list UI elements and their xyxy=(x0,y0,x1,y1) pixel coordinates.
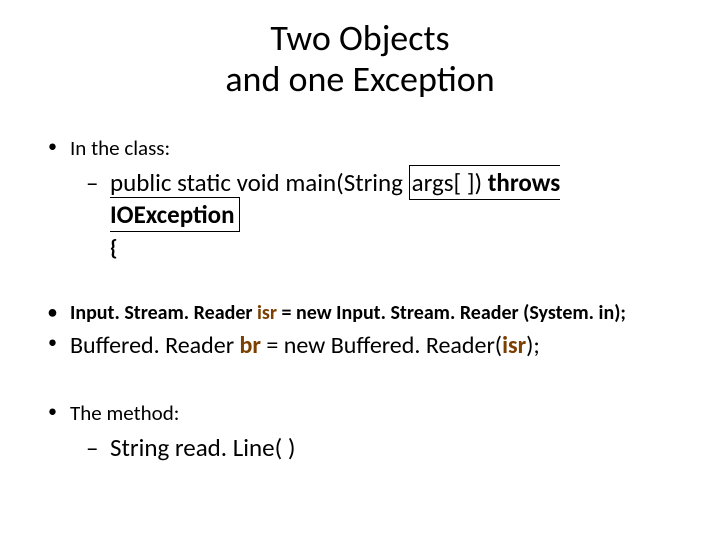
bullet-isr: Input. Stream. Reader isr = new Input. S… xyxy=(38,301,682,325)
br-p1: Buffered. Reader xyxy=(70,331,240,360)
bullet-in-class: In the class: xyxy=(38,135,682,161)
slide-title: Two Objects and one Exception xyxy=(38,18,682,101)
main-prefix: public static void main(String xyxy=(110,167,409,198)
bullet-br: Buffered. Reader br = new Buffered. Read… xyxy=(38,331,682,360)
title-line-1: Two Objects xyxy=(270,16,449,60)
br-p2: = new Buffered. Reader( xyxy=(261,331,502,360)
br-p3: ); xyxy=(526,331,540,360)
bullet-method: The method: xyxy=(38,400,682,426)
title-line-2: and one Exception xyxy=(225,57,494,101)
subbullet-main-signature: public static void main(String args[ ]) … xyxy=(38,167,682,263)
isr-var: isr xyxy=(257,301,277,325)
slide: Two Objects and one Exception In the cla… xyxy=(0,0,720,540)
br-var: br xyxy=(240,331,261,360)
main-brace: { xyxy=(110,234,118,261)
subbullet-readline: String read. Line( ) xyxy=(38,432,682,464)
main-boxed-args: args[ ]) xyxy=(412,167,488,198)
isr-p2: = new Input. Stream. Reader (System. in)… xyxy=(277,301,626,325)
br-arg: isr xyxy=(502,331,526,360)
isr-p1: Input. Stream. Reader xyxy=(70,301,257,325)
